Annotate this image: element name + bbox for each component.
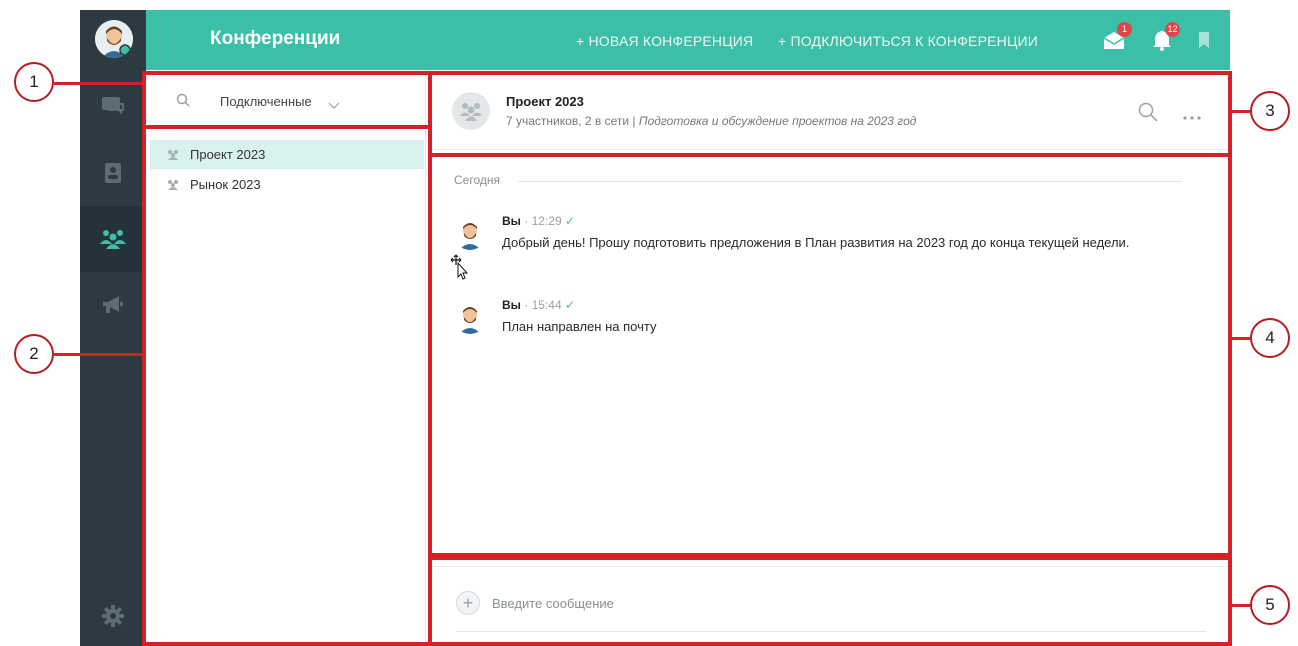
messages-button[interactable]: 1 [1102, 22, 1132, 52]
conference-item-project-2023[interactable]: Проект 2023 [150, 140, 424, 169]
callout-line-5 [1230, 604, 1250, 607]
composer-divider [456, 631, 1206, 632]
callout-5: 5 [1250, 585, 1290, 625]
top-bar: Конференции + НОВАЯ КОНФЕРЕНЦИЯ + ПОДКЛЮ… [146, 10, 1230, 70]
chat-search-button[interactable] [1138, 102, 1158, 127]
search-icon[interactable] [176, 93, 190, 112]
conference-avatar [452, 92, 490, 130]
avatar-icon [454, 302, 486, 334]
notifications-button[interactable]: 12 [1150, 22, 1180, 52]
chat-header: Проект 2023 7 участников, 2 в сети | Под… [426, 70, 1230, 150]
callout-line-4 [1230, 337, 1250, 340]
more-icon [1183, 116, 1201, 120]
nav-contacts[interactable] [80, 140, 146, 206]
read-check-icon: ✓ [564, 214, 576, 228]
conference-item-market-2023[interactable]: Рынок 2023 [150, 170, 424, 199]
nav-settings[interactable] [80, 586, 146, 646]
list-filter-bar: Подключенные [146, 70, 426, 130]
broadcast-icon [103, 296, 123, 313]
callout-4: 4 [1250, 318, 1290, 358]
conference-title: Проект 2023 [506, 94, 584, 109]
date-separator: Сегодня [454, 173, 500, 187]
message-author: Вы [502, 214, 521, 228]
gear-icon [102, 605, 124, 627]
meta-dot: · [524, 298, 532, 312]
message-time: 15:44 [531, 298, 562, 312]
group-icon [168, 180, 178, 190]
group-icon [460, 103, 482, 121]
add-attachment-button[interactable]: + [456, 591, 480, 615]
main-sidebar [80, 10, 146, 646]
conference-item-label: Проект 2023 [190, 147, 266, 162]
message-meta: Вы · 15:44 ✓ [502, 298, 575, 312]
new-conference-link[interactable]: + НОВАЯ КОНФЕРЕНЦИЯ [576, 33, 753, 49]
callout-3: 3 [1250, 91, 1290, 131]
search-icon [1138, 102, 1158, 122]
message-author: Вы [502, 298, 521, 312]
avatar-icon [454, 218, 486, 250]
contacts-icon [105, 163, 121, 183]
nav-conferences[interactable] [80, 206, 146, 272]
members-count: 7 участников, 2 в сети [506, 114, 630, 128]
user-avatar[interactable] [95, 20, 133, 58]
message-avatar [454, 218, 486, 250]
conference-subtitle: 7 участников, 2 в сети | Подготовка и об… [506, 114, 916, 128]
screenshot-stage: Конференции + НОВАЯ КОНФЕРЕНЦИЯ + ПОДКЛЮ… [0, 0, 1298, 646]
subtitle-separator: | [632, 114, 636, 128]
move-cursor-icon [450, 254, 470, 285]
nav-broadcasts[interactable] [80, 272, 146, 338]
messages-badge: 1 [1117, 22, 1132, 37]
conference-app: Конференции + НОВАЯ КОНФЕРЕНЦИЯ + ПОДКЛЮ… [80, 10, 1230, 646]
message-text: План направлен на почту [502, 319, 657, 334]
date-divider [518, 181, 1182, 182]
chevron-down-icon[interactable] [328, 97, 340, 115]
conferences-icon [100, 230, 126, 249]
read-check-icon: ✓ [564, 298, 576, 312]
message-text: Добрый день! Прошу подготовить предложен… [502, 235, 1130, 250]
chat-icon [102, 97, 124, 115]
notifications-badge: 12 [1165, 22, 1180, 37]
nav-chats[interactable] [80, 74, 146, 140]
conference-item-label: Рынок 2023 [190, 177, 261, 192]
meta-dot: · [524, 214, 532, 228]
bookmarks-button[interactable] [1192, 28, 1216, 52]
group-icon [168, 150, 178, 160]
conference-description: Подготовка и обсуждение проектов на 2023… [638, 114, 917, 128]
message-input[interactable] [492, 589, 1172, 617]
filter-dropdown[interactable]: Подключенные [220, 94, 312, 109]
message-avatar [454, 302, 486, 334]
message-composer: + [426, 566, 1230, 646]
callout-1: 1 [14, 62, 54, 102]
bookmark-icon [1199, 32, 1209, 48]
message-area[interactable]: Сегодня Вы · 12:29 ✓ Добрый день! Прошу … [426, 156, 1230, 556]
chat-more-button[interactable] [1182, 108, 1202, 126]
join-conference-link[interactable]: + ПОДКЛЮЧИТЬСЯ К КОНФЕРЕНЦИИ [778, 33, 1038, 49]
message-item: Вы · 15:44 ✓ План направлен на почту [454, 298, 1174, 342]
avatar-icon [95, 20, 133, 58]
page-title: Конференции [210, 28, 341, 49]
callout-2: 2 [14, 334, 54, 374]
message-meta: Вы · 12:29 ✓ [502, 214, 575, 228]
message-item: Вы · 12:29 ✓ Добрый день! Прошу подготов… [454, 214, 1174, 278]
callout-line-3 [1230, 110, 1250, 113]
conference-list-panel: Подключенные Проект 2023 Рынок 2023 [146, 70, 426, 646]
message-time: 12:29 [531, 214, 562, 228]
